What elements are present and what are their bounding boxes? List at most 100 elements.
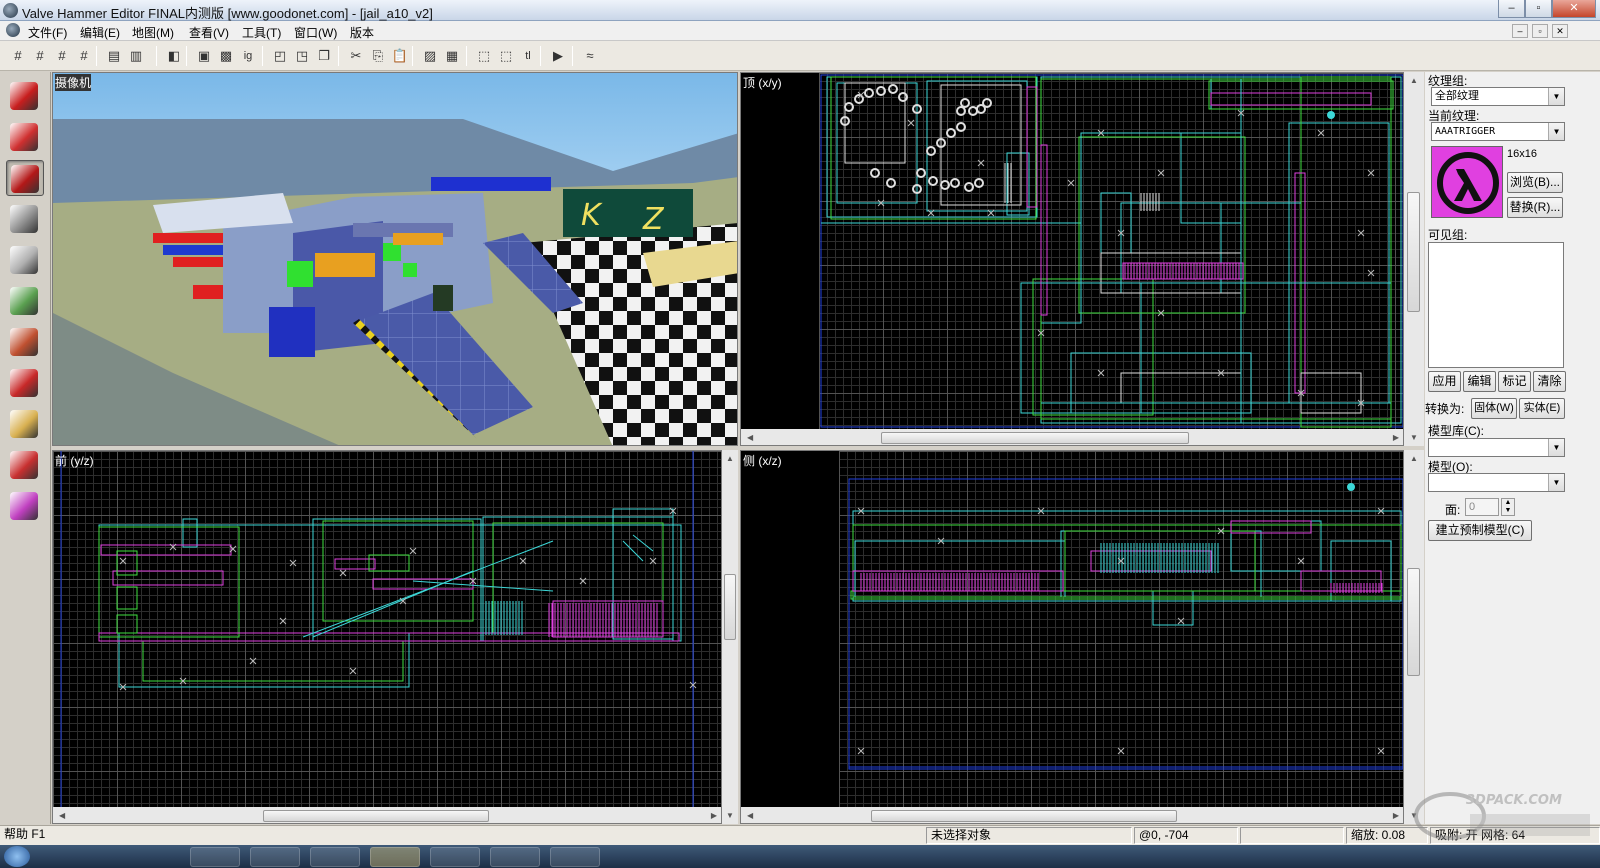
hide-icon[interactable]: ▣: [194, 46, 214, 66]
scroll-left-icon[interactable]: ◀: [747, 433, 753, 442]
faces-stepper[interactable]: ▲ ▼: [1501, 498, 1515, 516]
tl-icon[interactable]: tl: [518, 46, 538, 66]
menu-file[interactable]: 文件(F): [28, 24, 67, 41]
scroll-right-icon[interactable]: ▶: [711, 811, 717, 820]
front-v-scroll-thumb[interactable]: [724, 574, 736, 640]
entity-tool-icon[interactable]: [6, 201, 44, 237]
mdi-close-button[interactable]: ✕: [1552, 24, 1568, 38]
taskbar-item[interactable]: [490, 847, 540, 867]
front-viewport[interactable]: 前 (y/z) ◀ ▶: [52, 450, 722, 824]
carve-icon[interactable]: ◰: [270, 46, 290, 66]
side-viewport[interactable]: 侧 (x/z) ◀ ▶: [740, 450, 1404, 824]
grid-smaller-icon[interactable]: #: [52, 46, 72, 66]
magnify-tool-icon[interactable]: [6, 119, 44, 155]
grid-toggle-icon[interactable]: #: [8, 46, 28, 66]
scroll-down-icon[interactable]: ▼: [1410, 433, 1418, 442]
menu-window[interactable]: 窗口(W): [294, 24, 337, 41]
clip-tool-icon[interactable]: [6, 406, 44, 442]
texture-application-icon[interactable]: [6, 283, 44, 319]
to-solid-button[interactable]: 固体(W): [1471, 398, 1517, 419]
info-icon[interactable]: ≈: [580, 46, 600, 66]
scroll-right-icon[interactable]: ▶: [1393, 433, 1399, 442]
paste-icon[interactable]: 📋: [390, 46, 410, 66]
top-viewport[interactable]: 顶 (x/y) ◀ ▶: [740, 72, 1404, 446]
front-h-scrollbar[interactable]: ◀ ▶: [53, 807, 721, 823]
prefab-library-select[interactable]: ▼: [1428, 438, 1565, 457]
scroll-left-icon[interactable]: ◀: [747, 811, 753, 820]
texture-preview[interactable]: [1431, 146, 1503, 218]
apply-button[interactable]: 应用: [1428, 371, 1461, 392]
texture-group-select[interactable]: 全部纹理 ▼: [1431, 87, 1565, 106]
side-v-scroll-thumb[interactable]: [1407, 568, 1420, 676]
ignore-groups-icon[interactable]: ig: [238, 46, 258, 66]
copy-icon[interactable]: ⎘: [368, 46, 388, 66]
texture-lock-icon[interactable]: ◧: [164, 46, 184, 66]
chevron-down-icon[interactable]: ▼: [1548, 439, 1564, 456]
scroll-up-icon[interactable]: ▲: [1410, 454, 1418, 463]
scroll-down-icon[interactable]: ▼: [726, 811, 734, 820]
scroll-up-icon[interactable]: ▲: [726, 454, 734, 463]
taskbar-item[interactable]: [190, 847, 240, 867]
selection-tool-icon[interactable]: [6, 78, 44, 114]
top-h-scroll-thumb[interactable]: [881, 432, 1189, 444]
current-texture-select[interactable]: AAATRIGGER ▼: [1431, 122, 1565, 141]
scroll-right-icon[interactable]: ▶: [1393, 811, 1399, 820]
camera-tool-icon[interactable]: [6, 160, 44, 196]
scroll-up-icon[interactable]: ▲: [1410, 76, 1418, 85]
maximize-button[interactable]: ▫: [1525, 0, 1552, 18]
document-icon[interactable]: [6, 23, 20, 37]
menu-tools[interactable]: 工具(T): [242, 24, 281, 41]
mdi-restore-button[interactable]: ▫: [1532, 24, 1548, 38]
browse-button[interactable]: 浏览(B)...: [1507, 172, 1563, 193]
show-icon[interactable]: ▩: [216, 46, 236, 66]
top-v-scrollbar[interactable]: ▲ ▼: [1404, 72, 1424, 446]
visgroup-list[interactable]: [1428, 242, 1564, 368]
top-v-scroll-thumb[interactable]: [1407, 192, 1420, 312]
cut-icon[interactable]: ✂: [346, 46, 366, 66]
menu-version[interactable]: 版本: [350, 24, 374, 41]
to-entity-button[interactable]: 实体(E): [1519, 398, 1565, 419]
grid-3d-icon[interactable]: #: [30, 46, 50, 66]
clear-button[interactable]: 清除: [1533, 371, 1566, 392]
chevron-down-icon[interactable]: ▼: [1548, 88, 1564, 105]
taskbar-item-active[interactable]: [370, 847, 420, 867]
replace-button[interactable]: 替换(R)...: [1507, 197, 1563, 218]
select-object-icon[interactable]: ⬚: [496, 46, 516, 66]
scroll-left-icon[interactable]: ◀: [59, 811, 65, 820]
taskbar-item[interactable]: [430, 847, 480, 867]
side-v-scrollbar[interactable]: ▲ ▼: [1404, 450, 1424, 824]
run-map-icon[interactable]: ▶: [548, 46, 568, 66]
close-button[interactable]: ✕: [1552, 0, 1596, 18]
mark-button[interactable]: 标记: [1498, 371, 1531, 392]
decal-tool-icon[interactable]: [6, 365, 44, 401]
hollow-icon[interactable]: ◳: [292, 46, 312, 66]
side-h-scroll-thumb[interactable]: [871, 810, 1177, 822]
camera-viewport[interactable]: K Z 摄像机: [52, 72, 738, 446]
start-orb-icon[interactable]: [4, 846, 30, 867]
taskbar-item[interactable]: [250, 847, 300, 867]
front-h-scroll-thumb[interactable]: [263, 810, 489, 822]
taskbar-item[interactable]: [550, 847, 600, 867]
prefab-select[interactable]: ▼: [1428, 473, 1565, 492]
clone-icon[interactable]: ❐: [314, 46, 334, 66]
path-tool-icon[interactable]: [6, 488, 44, 524]
selection-box-icon[interactable]: ⬚: [474, 46, 494, 66]
side-h-scrollbar[interactable]: ◀ ▶: [741, 807, 1403, 823]
chevron-down-icon[interactable]: ▼: [1548, 474, 1564, 491]
faces-input[interactable]: 0: [1465, 498, 1499, 516]
ungroup-icon[interactable]: ▥: [126, 46, 146, 66]
minimize-button[interactable]: –: [1498, 0, 1525, 18]
group-icon[interactable]: ▤: [104, 46, 124, 66]
toggle-texture-icon[interactable]: ▨: [420, 46, 440, 66]
edit-button[interactable]: 编辑: [1463, 371, 1496, 392]
vertex-tool-icon[interactable]: [6, 447, 44, 483]
menu-edit[interactable]: 编辑(E): [80, 24, 120, 41]
menu-map[interactable]: 地图(M): [132, 24, 174, 41]
create-prefab-button[interactable]: 建立预制模型(C): [1428, 520, 1532, 541]
apply-texture-icon[interactable]: [6, 324, 44, 360]
block-tool-icon[interactable]: [6, 242, 44, 278]
front-v-scrollbar[interactable]: ▲ ▼: [722, 450, 738, 824]
decal-icon[interactable]: ▦: [442, 46, 462, 66]
grid-larger-icon[interactable]: #: [74, 46, 94, 66]
menu-view[interactable]: 查看(V): [189, 24, 229, 41]
